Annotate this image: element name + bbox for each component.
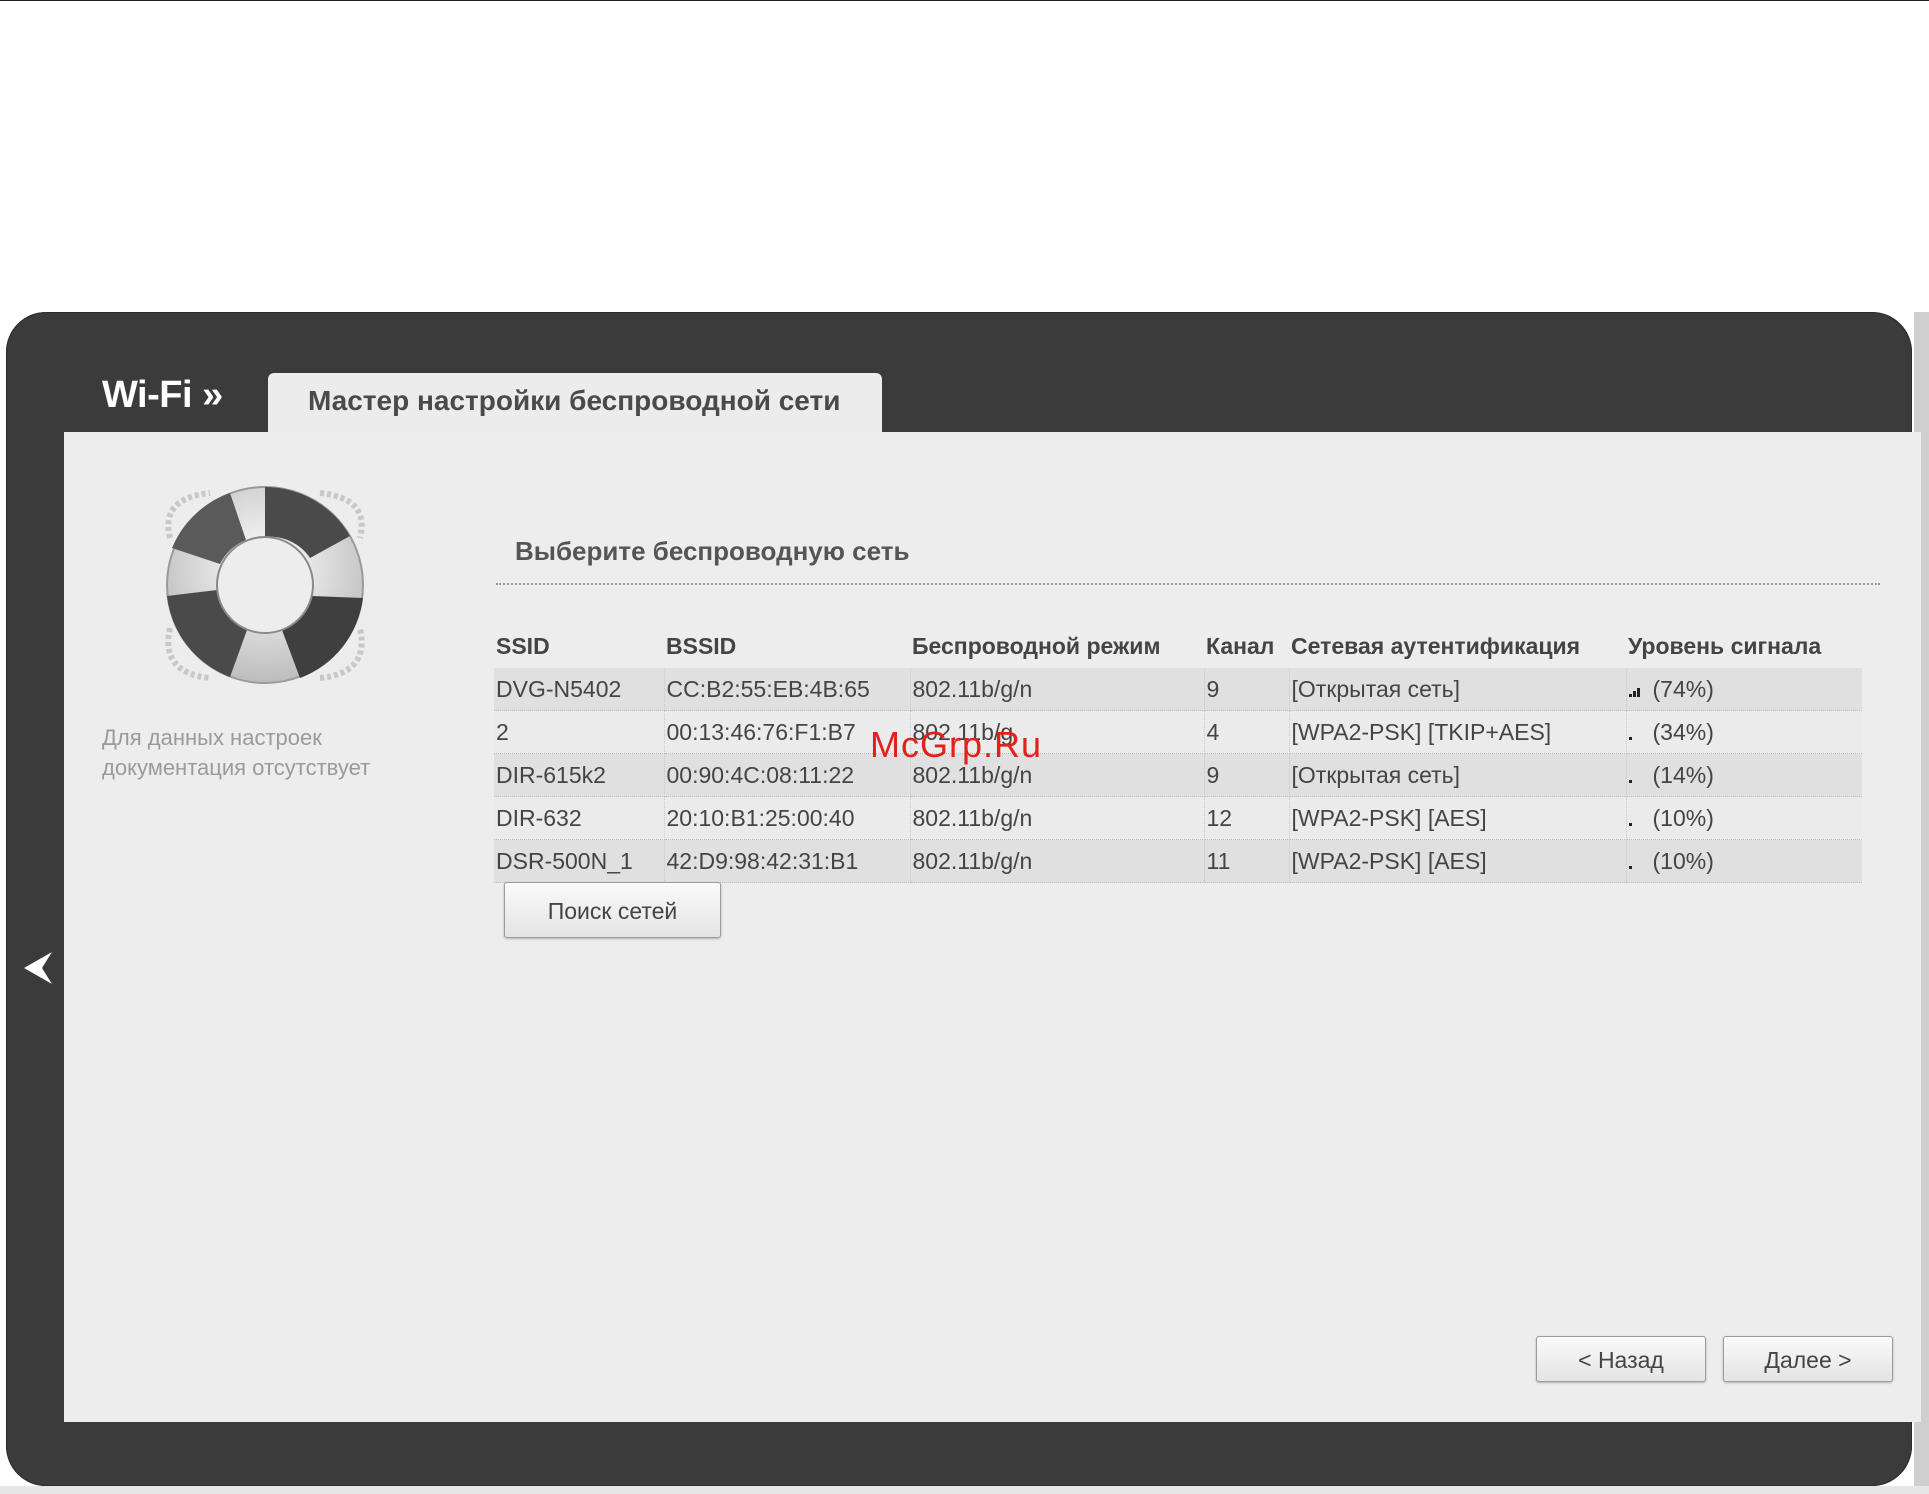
networks-table: SSID BSSID Беспроводной режим Канал Сете…: [494, 624, 1862, 883]
cell-bssid: 42:D9:98:42:31:B1: [664, 839, 911, 883]
cell-ssid: 2: [494, 710, 665, 754]
cell-ssid: DIR-615k2: [494, 753, 665, 797]
signal-bar: [1628, 823, 1632, 827]
signal-bars-icon: [1628, 726, 1649, 741]
cell-signal: (74%): [1626, 668, 1862, 711]
cell-signal: (10%): [1626, 796, 1862, 840]
column-header-bssid: BSSID: [666, 632, 737, 659]
signal-bars-icon: [1628, 855, 1649, 870]
title-divider: [496, 583, 1880, 585]
signal-bar: [1628, 737, 1632, 741]
cell-signal: (34%): [1626, 710, 1862, 754]
column-header-mode: Беспроводной режим: [912, 632, 1161, 659]
tab-label: Мастер настройки беспроводной сети: [308, 385, 841, 416]
next-button[interactable]: Далее >: [1723, 1336, 1893, 1382]
page-title: Выберите беспроводную сеть: [515, 536, 910, 566]
signal-bars-icon: [1628, 812, 1649, 827]
top-rule: [0, 0, 1929, 1]
cell-signal: (10%): [1626, 839, 1862, 883]
cell-ssid: DIR-632: [494, 796, 665, 840]
section-title: Wi-Fi »: [102, 374, 223, 416]
frame-bottom-edge: [0, 1486, 1929, 1494]
cell-bssid: 20:10:B1:25:00:40: [664, 796, 911, 840]
signal-bar: [1628, 866, 1632, 870]
cell-auth: [Открытая сеть]: [1289, 668, 1627, 711]
table-row[interactable]: 2 00:13:46:76:F1:B7 802.11b/g 4 [WPA2-PS…: [494, 710, 1862, 754]
lifebuoy-icon: [165, 486, 365, 684]
cell-channel: 4: [1204, 710, 1290, 754]
cell-auth: [WPA2-PSK] [AES]: [1289, 839, 1627, 883]
signal-bar: [1628, 694, 1632, 698]
cell-auth: [WPA2-PSK] [AES]: [1289, 796, 1627, 840]
column-header-ssid: SSID: [496, 632, 550, 659]
cell-auth: [WPA2-PSK] [TKIP+AES]: [1289, 710, 1627, 754]
signal-value: (34%): [1652, 718, 1714, 745]
cell-ssid: DSR-500N_1: [494, 839, 665, 883]
tab-wireless-wizard[interactable]: Мастер настройки беспроводной сети: [268, 373, 882, 433]
signal-value: (10%): [1652, 804, 1714, 831]
table-row[interactable]: DSR-500N_1 42:D9:98:42:31:B1 802.11b/g/n…: [494, 839, 1862, 883]
chevron-left-icon[interactable]: [20, 948, 54, 988]
documentation-note: Для данных настроек документация отсутст…: [102, 725, 371, 780]
cell-bssid: CC:B2:55:EB:4B:65: [664, 668, 911, 711]
table-header-row: SSID BSSID Беспроводной режим Канал Сете…: [494, 624, 1862, 668]
signal-bars-icon: [1628, 683, 1649, 698]
cell-ssid: DVG-N5402: [494, 668, 665, 711]
column-header-channel: Канал: [1206, 632, 1275, 659]
table-row[interactable]: DIR-615k2 00:90:4C:08:11:22 802.11b/g/n …: [494, 753, 1862, 797]
cell-channel: 12: [1204, 796, 1290, 840]
table-row[interactable]: DVG-N5402 CC:B2:55:EB:4B:65 802.11b/g/n …: [494, 668, 1862, 711]
cell-channel: 9: [1204, 753, 1290, 797]
signal-bars-icon: [1628, 769, 1649, 784]
scan-networks-button[interactable]: Поиск сетей: [504, 882, 721, 938]
watermark: McGrp.Ru: [870, 724, 1043, 765]
signal-bar: [1636, 688, 1640, 698]
cell-mode: 802.11b/g/n: [910, 796, 1205, 840]
cell-channel: 11: [1204, 839, 1290, 883]
cell-mode: 802.11b/g/n: [910, 668, 1205, 711]
signal-bar: [1628, 780, 1632, 784]
cell-signal: (14%): [1626, 753, 1862, 797]
cell-channel: 9: [1204, 668, 1290, 711]
table-row[interactable]: DIR-632 20:10:B1:25:00:40 802.11b/g/n 12…: [494, 796, 1862, 840]
signal-value: (74%): [1652, 675, 1714, 702]
signal-value: (10%): [1652, 847, 1714, 874]
column-header-auth: Сетевая аутентификация: [1291, 632, 1581, 659]
back-button[interactable]: < Назад: [1536, 1336, 1706, 1382]
cell-auth: [Открытая сеть]: [1289, 753, 1627, 797]
column-header-signal: Уровень сигнала: [1628, 632, 1822, 659]
signal-value: (14%): [1652, 761, 1714, 788]
signal-bar: [1632, 691, 1636, 698]
cell-mode: 802.11b/g/n: [910, 839, 1205, 883]
